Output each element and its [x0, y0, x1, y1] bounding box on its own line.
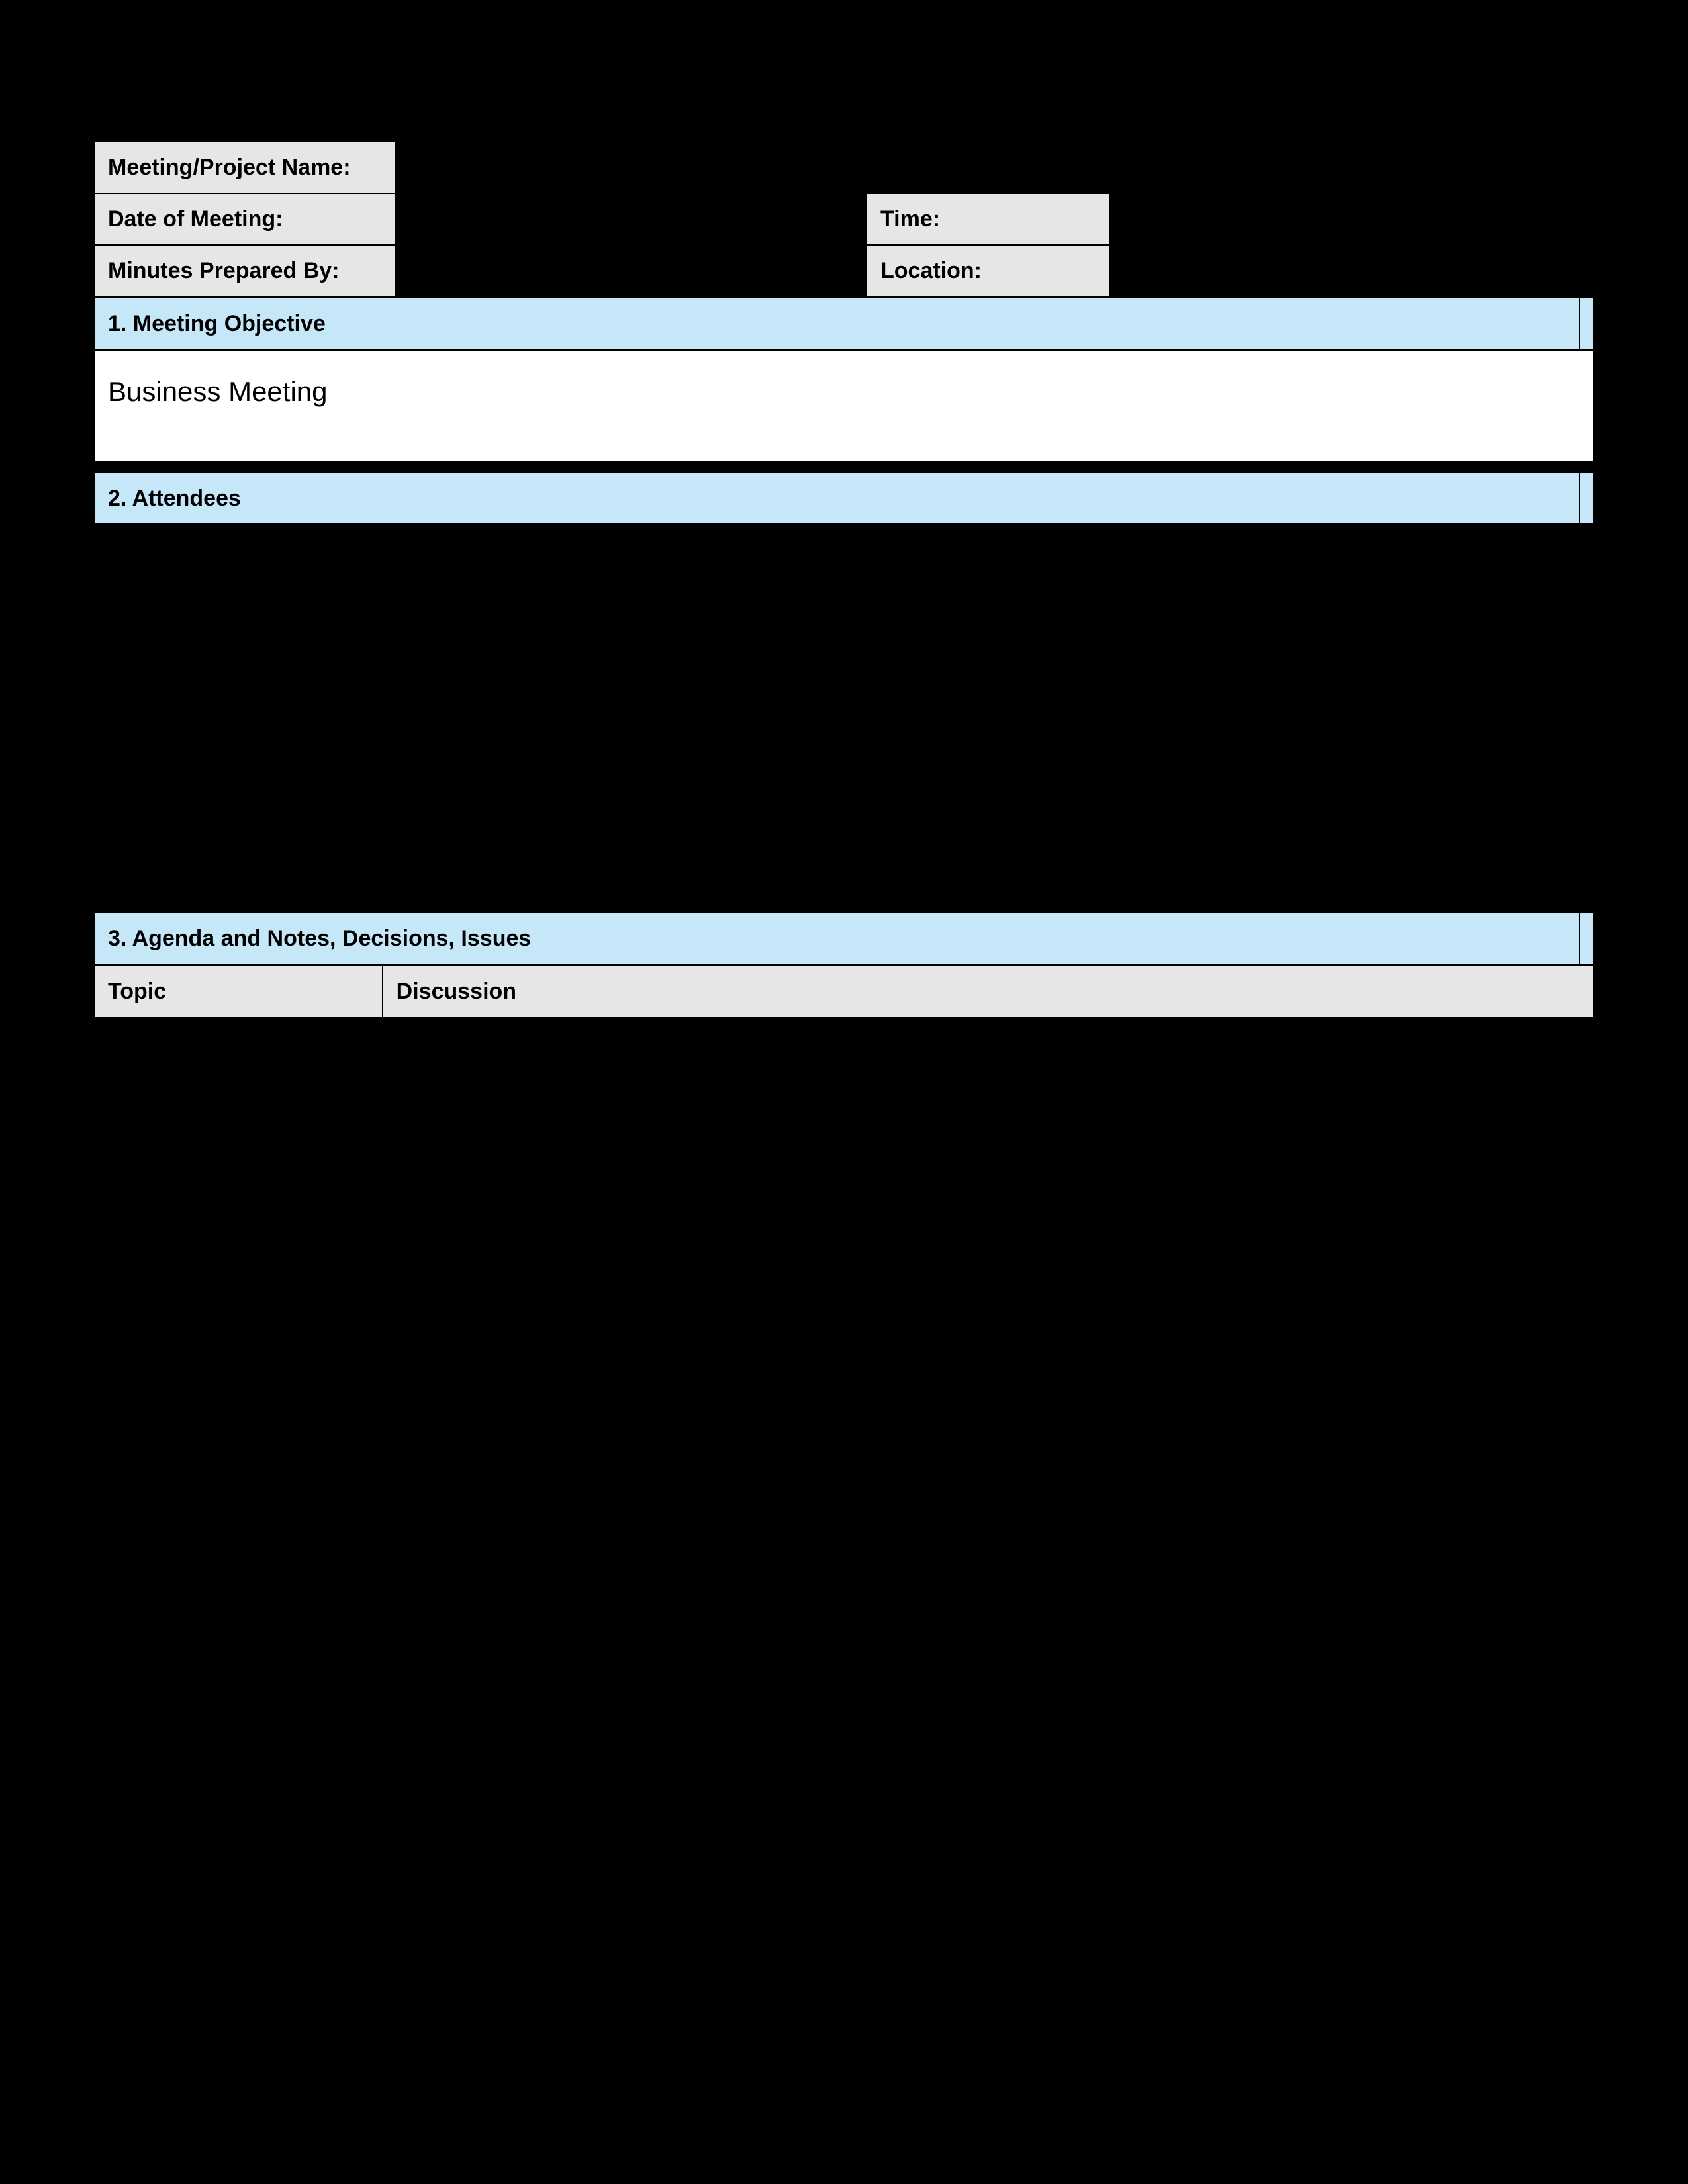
meeting-minutes-page: Meeting/Project Name: Date of Meeting: T… — [0, 0, 1688, 2184]
location-value[interactable] — [1110, 245, 1593, 296]
agenda-col-discussion: Discussion — [383, 966, 1593, 1017]
section-agenda-title: 3. Agenda and Notes, Decisions, Issues — [94, 913, 1579, 964]
objective-body-table: Business Meeting — [93, 350, 1594, 463]
location-label: Location: — [867, 245, 1110, 296]
meeting-name-value[interactable] — [395, 142, 1593, 193]
preparer-location-row: Minutes Prepared By: Location: — [94, 245, 1593, 296]
section-objective-header: 1. Meeting Objective — [93, 297, 1594, 350]
section-attendees-title: 2. Attendees — [94, 473, 1579, 524]
attendees-area — [93, 525, 1594, 912]
section-agenda-header: 3. Agenda and Notes, Decisions, Issues — [93, 912, 1594, 965]
section-tail-cell — [1579, 913, 1593, 964]
date-time-row: Date of Meeting: Time: — [94, 193, 1593, 245]
section-tail-cell — [1579, 473, 1593, 524]
meeting-name-row: Meeting/Project Name: — [94, 142, 1593, 193]
date-value[interactable] — [395, 193, 867, 245]
section-objective-title: 1. Meeting Objective — [94, 298, 1579, 349]
time-label: Time: — [867, 193, 1110, 245]
prepared-by-label: Minutes Prepared By: — [94, 245, 395, 296]
section-attendees-header: 2. Attendees — [93, 472, 1594, 525]
time-value[interactable] — [1110, 193, 1593, 245]
agenda-columns-row: Topic Discussion — [93, 965, 1594, 1018]
spacer — [93, 463, 1594, 472]
date-label: Date of Meeting: — [94, 193, 395, 245]
section-tail-cell — [1579, 298, 1593, 349]
meeting-name-label: Meeting/Project Name: — [94, 142, 395, 193]
meeting-info-table: Meeting/Project Name: Date of Meeting: T… — [93, 141, 1594, 297]
agenda-col-topic: Topic — [94, 966, 383, 1017]
objective-text[interactable]: Business Meeting — [94, 351, 1593, 462]
document-body: Meeting/Project Name: Date of Meeting: T… — [93, 141, 1594, 1018]
prepared-by-value[interactable] — [395, 245, 867, 296]
